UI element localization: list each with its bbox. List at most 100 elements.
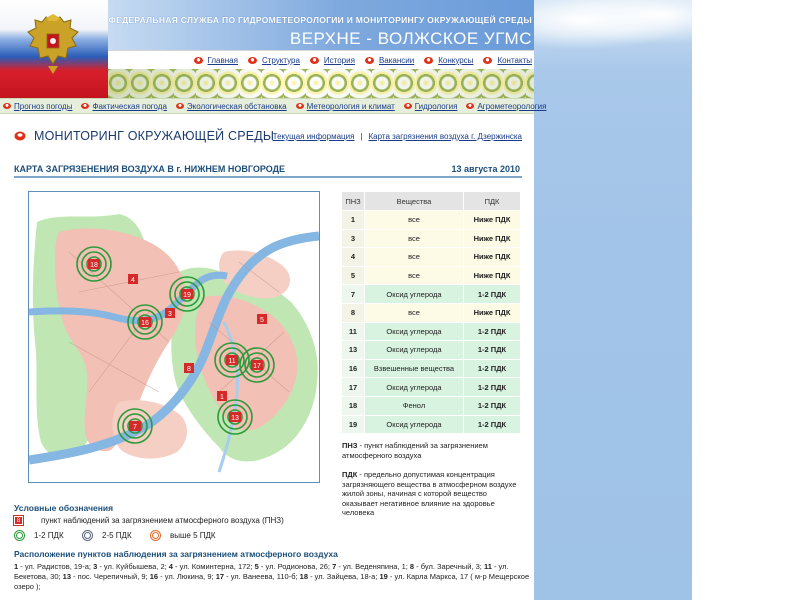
column-header: ПДК <box>463 191 521 211</box>
pollution-table: ПНЗ Вещества ПДК 1 все Ниже ПДК 3 все Ниже ПД… <box>341 191 521 435</box>
column-header: Вещества <box>364 191 464 211</box>
subnav-ecology[interactable]: Экологическая обстановка <box>175 102 287 111</box>
station-5[interactable]: 5 <box>257 314 267 324</box>
bullet-icon <box>466 103 475 109</box>
station-18[interactable]: 18 <box>76 246 112 282</box>
city-map-svg: 18 4 19 3 16 5 11 17 8 1 13 7 <box>29 192 319 482</box>
location-address: - ул. Родионова, 26; <box>258 562 333 571</box>
nav-history[interactable]: История <box>309 56 355 65</box>
location-number: 17 <box>215 572 225 581</box>
bullet-icon <box>483 56 493 64</box>
locations-list: 1 - ул. Радистов, 19-а; 3 - ул. Куйбышев… <box>14 562 534 592</box>
pollution-map: 18 4 19 3 16 5 11 17 8 1 13 7 <box>28 191 320 483</box>
subnav-hydrology[interactable]: Гидрология <box>403 102 457 111</box>
station-3[interactable]: 3 <box>165 308 175 318</box>
cell-substance: Оксид углерода <box>364 284 464 304</box>
nav-contacts[interactable]: Контакты <box>483 56 532 65</box>
bullet-icon <box>364 56 374 64</box>
page-title: МОНИТОРИНГ ОКРУЖАЮЩЕЙ СРЕДЫ <box>34 129 275 143</box>
station-16[interactable]: 16 <box>127 304 163 340</box>
station-7[interactable]: 7 <box>117 408 153 444</box>
cell-station: 19 <box>341 414 365 435</box>
location-address: - ул. Радистов, 19-а; <box>18 562 94 571</box>
nav-vacancies[interactable]: Вакансии <box>364 56 414 65</box>
station-17[interactable]: 17 <box>239 347 275 383</box>
station-label: 7 <box>133 424 137 431</box>
green-ring-icon <box>14 530 25 541</box>
station-label: 16 <box>141 320 149 327</box>
cell-level: 1-2 ПДК <box>463 377 521 397</box>
bullet-icon <box>424 56 434 64</box>
station-marker-icon: 8 <box>13 515 24 526</box>
table-row: 11 Оксид углерода 1-2 ПДК <box>341 321 521 342</box>
subnav-meteorology[interactable]: Метеорология и климат <box>295 102 395 111</box>
cell-level: Ниже ПДК <box>463 302 521 323</box>
cell-substance: Оксид углерода <box>364 414 464 435</box>
location-address: - ул. Куйбышева, 2; <box>97 562 169 571</box>
cell-substance: все <box>364 302 464 323</box>
orange-ring-icon <box>150 530 161 541</box>
cell-station: 11 <box>341 321 365 342</box>
section-navigation: Прогноз погоды Фактическая погода Эколог… <box>0 98 546 114</box>
table-row: 4 все Ниже ПДК <box>341 247 521 267</box>
cell-level: Ниже ПДК <box>463 210 521 230</box>
nav-structure[interactable]: Структура <box>247 56 300 65</box>
legend-title: Условные обозначения <box>14 503 114 513</box>
cell-station: 8 <box>341 302 365 323</box>
top-navigation: Главная Структура История Вакансии Конку… <box>108 50 534 69</box>
location-address: - бул. Заречный, 3; <box>414 562 484 571</box>
station-label: 13 <box>231 415 239 422</box>
cell-substance: все <box>364 265 464 286</box>
table-row: 13 Оксид углерода 1-2 ПДК <box>341 340 521 360</box>
station-1[interactable]: 1 <box>217 391 227 401</box>
cell-level: Ниже ПДК <box>463 265 521 286</box>
header-banner: ФЕДЕРАЛЬНАЯ СЛУЖБА ПО ГИДРОМЕТЕОРОЛОГИИ … <box>108 0 534 50</box>
link-dzerzhinsk-map[interactable]: Карта загрязнения воздуха г. Дзержинска <box>368 132 522 141</box>
cell-level: Ниже ПДК <box>463 247 521 267</box>
legend-level-1: 1-2 ПДК <box>14 530 64 541</box>
location-address: - ул. Коминтерна, 172; <box>172 562 255 571</box>
station-13[interactable]: 13 <box>217 399 253 435</box>
link-current-info[interactable]: Текущая информация <box>273 132 355 141</box>
bullet-icon <box>81 103 90 109</box>
cell-substance: Взвешенные вещества <box>364 358 464 379</box>
station-11[interactable]: 11 <box>214 342 250 378</box>
nav-home[interactable]: Главная <box>193 56 238 65</box>
location-address: - ул. Веденяпина, 1; <box>336 562 410 571</box>
nav-competitions[interactable]: Конкурсы <box>424 56 473 65</box>
subnav-agrometeorology[interactable]: Агрометеорология <box>466 102 546 111</box>
legend-level-3: выше 5 ПДК <box>150 530 216 541</box>
blue-ring-icon <box>82 530 93 541</box>
title-divider <box>14 176 522 178</box>
breadcrumb-separator: | <box>360 132 363 141</box>
station-label: 5 <box>260 317 264 324</box>
station-label: 3 <box>168 311 172 318</box>
site-title: ВЕРХНЕ - ВОЛЖСКОЕ УГМС <box>289 29 532 48</box>
subnav-actual-weather[interactable]: Фактическая погода <box>81 102 167 111</box>
cell-level: 1-2 ПДК <box>463 321 521 342</box>
station-8[interactable]: 8 <box>184 363 194 373</box>
station-label: 18 <box>90 262 98 269</box>
subnav-forecast[interactable]: Прогноз погоды <box>3 102 72 111</box>
cell-substance: все <box>364 228 464 249</box>
cell-station: 13 <box>341 340 365 360</box>
station-label: 4 <box>131 277 135 284</box>
table-row: 1 все Ниже ПДК <box>341 210 521 230</box>
breadcrumb: Текущая информация | Карта загрязнения в… <box>273 132 522 141</box>
map-title: КАРТА ЗАГРЯЗЕНЕНИЯ ВОЗДУХА В г. НИЖНЕМ Н… <box>14 164 286 174</box>
cell-station: 4 <box>341 247 365 267</box>
table-row: 19 Оксид углерода 1-2 ПДК <box>341 414 521 435</box>
agency-name: ФЕДЕРАЛЬНАЯ СЛУЖБА ПО ГИДРОМЕТЕОРОЛОГИИ … <box>108 15 532 25</box>
station-19[interactable]: 19 <box>169 276 205 312</box>
station-4[interactable]: 4 <box>128 274 138 284</box>
daisies-overlay <box>108 69 534 98</box>
table-row: 7 Оксид углерода 1-2 ПДК <box>341 284 521 304</box>
station-label: 17 <box>253 363 261 370</box>
table-row: 3 все Ниже ПДК <box>341 228 521 249</box>
cell-substance: все <box>364 210 464 230</box>
section-bullet-icon <box>14 131 26 141</box>
cell-substance: Оксид углерода <box>364 377 464 397</box>
station-label: 11 <box>228 358 235 365</box>
location-number: 16 <box>149 572 159 581</box>
page: ФЕДЕРАЛЬНАЯ СЛУЖБА ПО ГИДРОМЕТЕОРОЛОГИИ … <box>0 0 800 600</box>
